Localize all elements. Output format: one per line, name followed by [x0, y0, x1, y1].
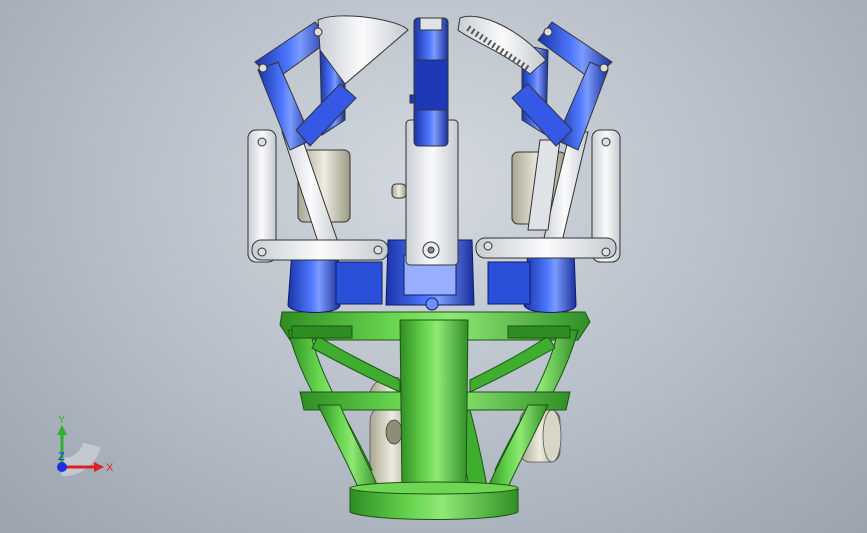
xyz-triad-icon: Y X Z	[57, 414, 114, 476]
y-axis-label: Y	[58, 414, 66, 426]
finger-left	[247, 15, 409, 263]
x-axis-label: X	[106, 462, 114, 474]
z-axis-label: Z	[58, 451, 65, 463]
graphics-viewport[interactable]: Y X Z	[0, 0, 867, 533]
finger-right	[457, 15, 621, 263]
gripper-assembly-icon[interactable]	[0, 0, 867, 533]
finger-center	[391, 17, 459, 266]
green-base-frame	[279, 311, 591, 520]
